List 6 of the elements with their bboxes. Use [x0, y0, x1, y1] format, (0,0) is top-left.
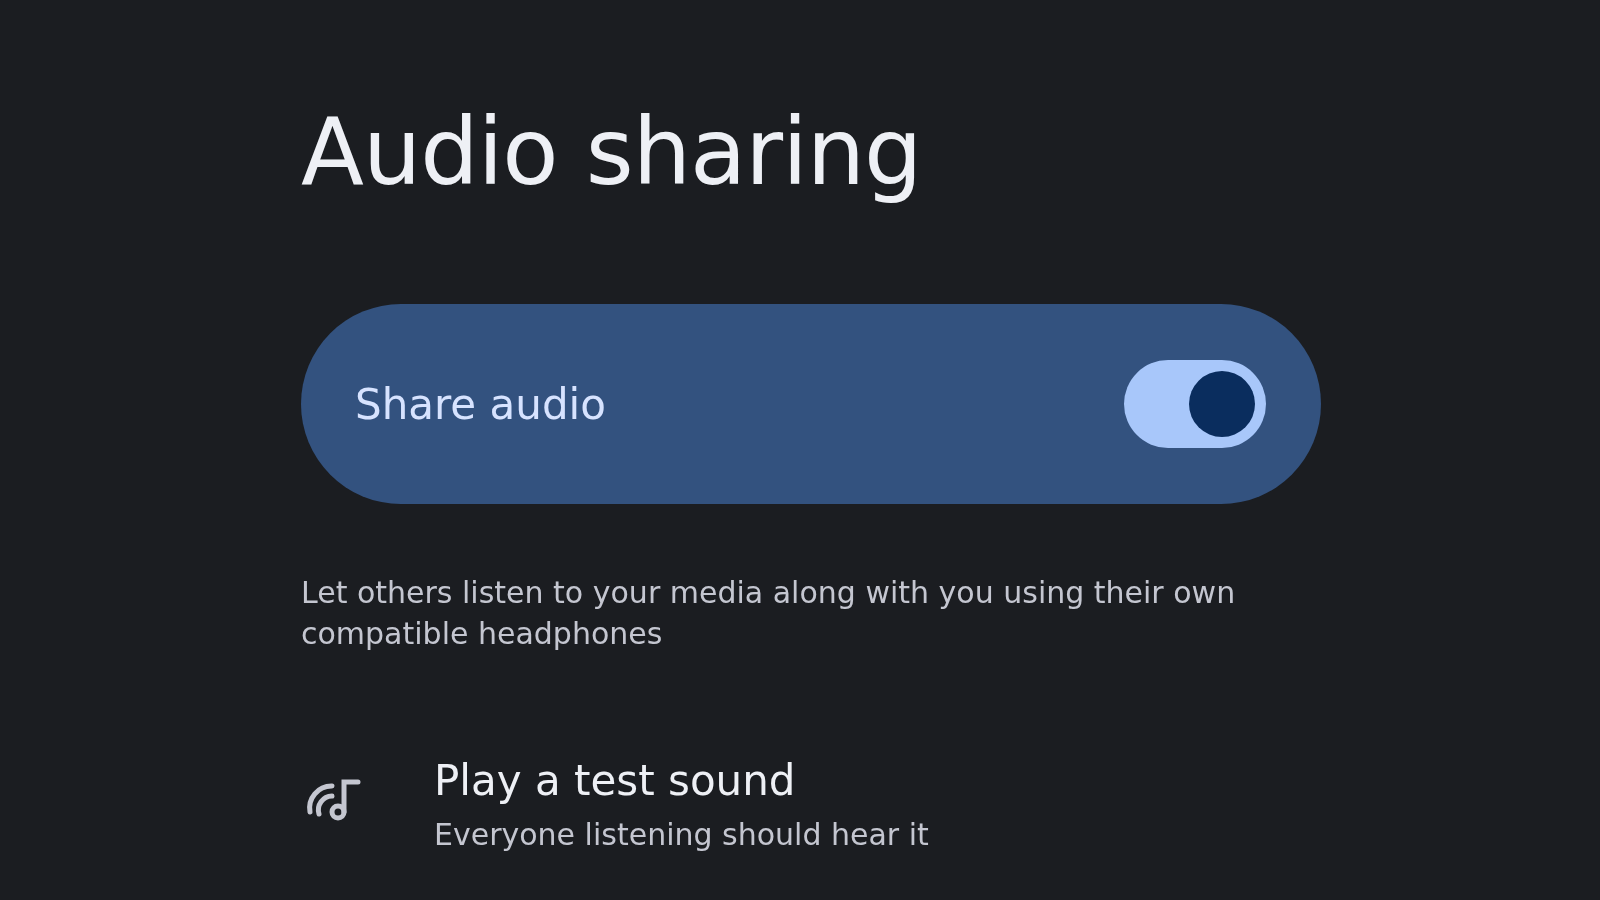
- test-sound-title[interactable]: Play a test sound: [434, 756, 929, 807]
- page-title: Audio sharing: [301, 98, 923, 208]
- test-sound-subtitle: Everyone listening should hear it: [434, 816, 929, 852]
- share-audio-label: Share audio: [355, 379, 606, 429]
- share-audio-card[interactable]: Share audio: [301, 304, 1321, 505]
- description-text: Let others listen to your media along with you using their own compatible headphones: [301, 574, 1237, 654]
